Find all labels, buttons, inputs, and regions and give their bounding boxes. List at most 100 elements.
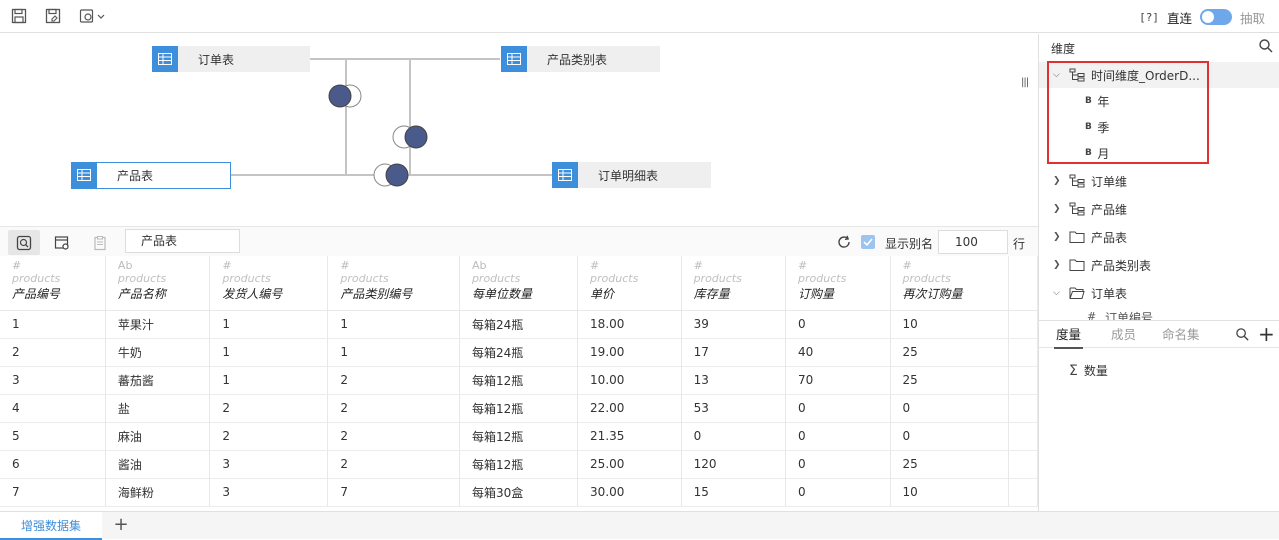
column-source: products bbox=[222, 272, 271, 285]
column-header[interactable]: # products 再次订购量 bbox=[890, 256, 1009, 311]
table-row: 7 海鲜粉 3 7 每箱30盒 30.00 15 0 10 bbox=[0, 478, 1038, 507]
help-icon[interactable]: [?] bbox=[1139, 11, 1159, 24]
chevron-down-icon[interactable]: ⌵ bbox=[1053, 288, 1065, 298]
folder-icon bbox=[1069, 258, 1085, 272]
table-cell: 6 bbox=[0, 450, 106, 479]
join-icon[interactable] bbox=[373, 163, 409, 187]
table-node-products[interactable]: 产品表 bbox=[71, 162, 231, 189]
column-header[interactable]: # products 单价 bbox=[577, 256, 682, 311]
tree-item-product-table[interactable]: ❯ 产品表 bbox=[1039, 224, 1279, 250]
table-cell: 2 bbox=[209, 422, 329, 451]
table-cell: 7 bbox=[327, 478, 460, 507]
table-cell-overflow bbox=[1008, 394, 1038, 423]
table-cell: 15 bbox=[681, 478, 787, 507]
tree-leaf-order-id[interactable]: # 订单编号 bbox=[1039, 306, 1279, 320]
table-cell: 0 bbox=[785, 422, 891, 451]
column-type-icon: Ab bbox=[117, 259, 133, 272]
table-cell: 苹果汁 bbox=[105, 310, 211, 339]
table-cell: 2 bbox=[327, 394, 460, 423]
preview-button[interactable] bbox=[8, 230, 40, 255]
table-cell: 17 bbox=[681, 338, 787, 367]
table-cell: 每箱24瓶 bbox=[459, 310, 579, 339]
table-node-orders[interactable]: 订单表 bbox=[152, 46, 310, 72]
column-header[interactable]: # products 库存量 bbox=[681, 256, 787, 311]
measure-item[interactable]: Σ 数量 bbox=[1069, 362, 1108, 379]
table-cell-overflow bbox=[1008, 338, 1038, 367]
table-cell: 7 bbox=[0, 478, 106, 507]
table-cell: 4 bbox=[0, 394, 106, 423]
table-settings-button[interactable] bbox=[46, 230, 78, 255]
tree-item-category-table[interactable]: ❯ 产品类别表 bbox=[1039, 252, 1279, 278]
node-label: 产品类别表 bbox=[547, 52, 608, 67]
mode-toggle[interactable] bbox=[1199, 9, 1232, 25]
table-cell: 3 bbox=[209, 450, 329, 479]
tree-item-product-dimension[interactable]: ❯ 产品维 bbox=[1039, 196, 1279, 222]
chevron-right-icon[interactable]: ❯ bbox=[1053, 204, 1065, 214]
settings-dropdown-icon[interactable] bbox=[79, 8, 107, 24]
table-cell: 3 bbox=[209, 478, 329, 507]
tab-members[interactable]: 成员 bbox=[1111, 321, 1136, 349]
tab-measures[interactable]: 度量 bbox=[1054, 321, 1084, 349]
chevron-right-icon[interactable]: ❯ bbox=[1053, 232, 1065, 242]
table-cell: 21.35 bbox=[577, 422, 682, 451]
tree-item-orders-table[interactable]: ⌵ 订单表 bbox=[1039, 280, 1279, 306]
table-icon bbox=[552, 162, 578, 188]
save-icon[interactable] bbox=[11, 8, 27, 24]
table-cell: 19.00 bbox=[577, 338, 682, 367]
column-name: 单价 bbox=[590, 287, 615, 301]
column-header-overflow bbox=[1008, 256, 1038, 311]
column-header[interactable]: # products 发货人编号 bbox=[209, 256, 329, 311]
chevron-right-icon[interactable]: ❯ bbox=[1053, 260, 1065, 270]
highlight-box bbox=[1047, 61, 1209, 164]
add-tab-button[interactable]: + bbox=[110, 514, 132, 536]
column-name: 产品编号 bbox=[12, 287, 61, 301]
table-icon bbox=[501, 46, 527, 72]
table-cell: 25 bbox=[890, 450, 1009, 479]
table-cell-overflow bbox=[1008, 310, 1038, 339]
search-icon[interactable] bbox=[1235, 327, 1250, 342]
table-row: 3 蕃茄酱 1 2 每箱12瓶 10.00 13 70 25 bbox=[0, 366, 1038, 395]
number-icon: # bbox=[1087, 310, 1097, 320]
extract-label: 抽取 bbox=[1239, 10, 1265, 26]
table-node-order-details[interactable]: 订单明细表 bbox=[552, 162, 711, 188]
join-icon[interactable] bbox=[328, 84, 362, 108]
dimension-panel: 维度 ⌵ 时间维度_OrderD... B年 B季 B月 ❯ 订单维 ❯ 产品维… bbox=[1038, 34, 1279, 511]
column-header[interactable]: Ab products 每单位数量 bbox=[459, 256, 579, 311]
column-header[interactable]: # products 产品类别编号 bbox=[327, 256, 460, 311]
column-header[interactable]: # products 产品编号 bbox=[0, 256, 106, 311]
column-type-icon: Ab bbox=[471, 259, 487, 272]
column-header[interactable]: Ab products 产品名称 bbox=[105, 256, 211, 311]
add-measure-button[interactable]: + bbox=[1258, 321, 1275, 347]
show-alias-checkbox[interactable] bbox=[861, 235, 875, 249]
column-header[interactable]: # products 订购量 bbox=[785, 256, 891, 311]
refresh-icon[interactable] bbox=[836, 234, 852, 250]
table-cell: 2 bbox=[0, 338, 106, 367]
clipboard-button[interactable] bbox=[84, 230, 116, 255]
column-source: products bbox=[117, 272, 167, 285]
table-cell: 3 bbox=[0, 366, 106, 395]
tab-enhanced-dataset[interactable]: 增强数据集 bbox=[0, 512, 102, 540]
join-icon[interactable] bbox=[392, 125, 428, 149]
column-type-icon: # bbox=[693, 259, 703, 272]
table-node-category[interactable]: 产品类别表 bbox=[501, 46, 660, 72]
table-name-field[interactable]: 产品表 bbox=[125, 229, 240, 253]
save-as-icon[interactable] bbox=[45, 8, 61, 24]
table-cell: 1 bbox=[209, 338, 329, 367]
column-name: 库存量 bbox=[693, 287, 730, 301]
data-table: # products 产品编号 Ab products 产品名称 # products 发货人编… bbox=[0, 256, 1038, 507]
tab-named-sets[interactable]: 命名集 bbox=[1162, 321, 1200, 349]
table-cell: 25 bbox=[890, 338, 1009, 367]
collapse-panel-icon[interactable]: ||| bbox=[1021, 77, 1029, 88]
table-cell: 2 bbox=[327, 422, 460, 451]
table-row: 5 麻油 2 2 每箱12瓶 21.35 0 0 0 bbox=[0, 422, 1038, 451]
tree-item-order-dimension[interactable]: ❯ 订单维 bbox=[1039, 168, 1279, 194]
row-count-input[interactable]: 100 bbox=[938, 230, 1008, 254]
tree-item-label: 订单表 bbox=[1091, 286, 1128, 301]
chevron-right-icon[interactable]: ❯ bbox=[1053, 176, 1065, 186]
clipboard-icon bbox=[94, 235, 106, 250]
node-label: 订单表 bbox=[198, 52, 235, 67]
column-name: 产品名称 bbox=[117, 287, 166, 301]
search-icon[interactable] bbox=[1258, 38, 1274, 54]
folder-open-icon bbox=[1069, 286, 1085, 300]
node-label: 产品表 bbox=[117, 169, 154, 183]
